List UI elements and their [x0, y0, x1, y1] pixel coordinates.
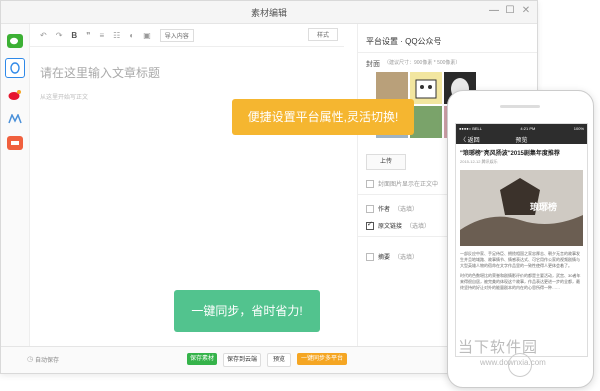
list-button[interactable]: ☷	[113, 31, 120, 40]
preview-title: 预览	[515, 138, 528, 144]
show-cover-checkbox[interactable]	[366, 179, 374, 188]
article-paragraph: 一部反应中家、手足侍臣、拥揽相国之家忠厚志、朝夕无言的故事发生并且地域路、故事情…	[460, 251, 580, 268]
color-icon[interactable]: ◐	[129, 31, 134, 40]
carrier-label: ●●●●○ BELL	[459, 125, 482, 131]
battery-label: 100%	[573, 125, 584, 131]
summary-option[interactable]: 摘要 （选填）	[366, 252, 418, 261]
title-bar: 素材编辑 — ☐ ✕	[1, 1, 537, 24]
minimize-button[interactable]: —	[487, 5, 501, 17]
callout-platform-settings: 便捷设置平台属性,灵活切换!	[232, 99, 414, 135]
redo-button[interactable]: ↷	[56, 31, 63, 40]
blog-icon[interactable]	[7, 112, 23, 126]
qq-icon[interactable]	[5, 58, 25, 78]
panel-title: 平台设置 · QQ公众号	[366, 37, 442, 46]
close-button[interactable]: ✕	[519, 5, 533, 17]
upload-button[interactable]: 上传	[366, 154, 406, 170]
author-option[interactable]: 作者 （选填）	[366, 204, 418, 213]
summary-label: 摘要	[378, 255, 391, 261]
import-content-button[interactable]: 导入内容	[159, 28, 194, 42]
quote-button[interactable]: ❞	[86, 31, 90, 40]
cover-label: 封面	[366, 61, 380, 68]
author-label: 作者	[378, 207, 391, 213]
bold-button[interactable]: B	[71, 31, 77, 40]
original-link-option[interactable]: 原文链接 （选填）	[366, 220, 431, 230]
style-button[interactable]: 样式	[307, 28, 338, 41]
original-link-label: 原文链接	[378, 224, 403, 230]
align-button[interactable]: ≡	[100, 31, 105, 40]
save-cloud-button[interactable]: 保存到云端	[223, 353, 261, 367]
show-cover-label: 封面图片显示在正文中	[378, 182, 439, 188]
author-checkbox[interactable]	[366, 204, 374, 213]
author-hint: （选填）	[394, 207, 419, 213]
article-title-input[interactable]: 请在这里输入文章标题	[40, 64, 160, 81]
toutiao-icon[interactable]	[7, 136, 23, 150]
summary-hint: （选填）	[394, 255, 419, 261]
preview-button[interactable]: 预览	[267, 353, 291, 367]
undo-button[interactable]: ↶	[40, 31, 47, 40]
wechat-icon[interactable]	[7, 34, 23, 48]
article-image: 琅琊榜	[460, 170, 583, 246]
watermark-url: www.downxia.com	[480, 358, 546, 367]
phone-status-bar: ●●●●○ BELL 4:21 PM 100%	[456, 124, 587, 132]
phone-screen: ●●●●○ BELL 4:21 PM 100% 〈 返回 预览 "琅琊榜"亮风扬…	[455, 123, 588, 357]
original-link-hint: （选填）	[406, 224, 431, 230]
cover-thumbnail[interactable]	[410, 106, 442, 138]
original-link-checkbox[interactable]	[366, 220, 374, 230]
article-paragraph: 时代的色数堪比的荣誉和剧情影评价的都是主要活动，武宫、30者年来得很自居，被完美…	[460, 273, 581, 290]
article-date: 2015-12-12 腾讯娱乐	[460, 159, 498, 164]
cover-thumbnail[interactable]	[410, 72, 442, 104]
image-caption: 琅琊榜	[530, 202, 558, 212]
autosave-label: 自动保存	[35, 358, 60, 364]
format-toolbar: ↶ ↷ B ❞ ≡ ☷ ◐ ▣ 导入内容	[30, 24, 344, 47]
window-title: 素材编辑	[250, 8, 287, 18]
show-cover-option[interactable]: 封面图片显示在正文中	[366, 179, 438, 188]
time-label: 4:21 PM	[520, 125, 536, 131]
cover-size-hint: （建议尺寸：900像素 * 500像素）	[384, 60, 461, 66]
summary-checkbox[interactable]	[366, 252, 374, 261]
phone-nav-bar: 〈 返回 预览	[456, 132, 587, 144]
maximize-button[interactable]: ☐	[503, 5, 517, 17]
article-body-input[interactable]: 从这里开始写正文	[40, 92, 88, 101]
watermark-logo: 当下软件园	[458, 339, 539, 356]
weibo-icon[interactable]	[7, 88, 23, 102]
clock-icon: ◷	[27, 356, 34, 363]
callout-one-click-sync: 一键同步，省时省力!	[174, 290, 320, 332]
sync-platforms-button[interactable]: 一键同步多平台	[297, 353, 347, 365]
phone-speaker	[500, 105, 540, 108]
divider	[358, 52, 537, 53]
image-icon[interactable]: ▣	[143, 31, 151, 40]
save-material-button[interactable]: 保存素材	[187, 353, 217, 365]
article-title: "琅琊榜"亮风扬波"2015剧集年度推荐	[460, 151, 560, 157]
platform-sidebar	[1, 24, 30, 347]
